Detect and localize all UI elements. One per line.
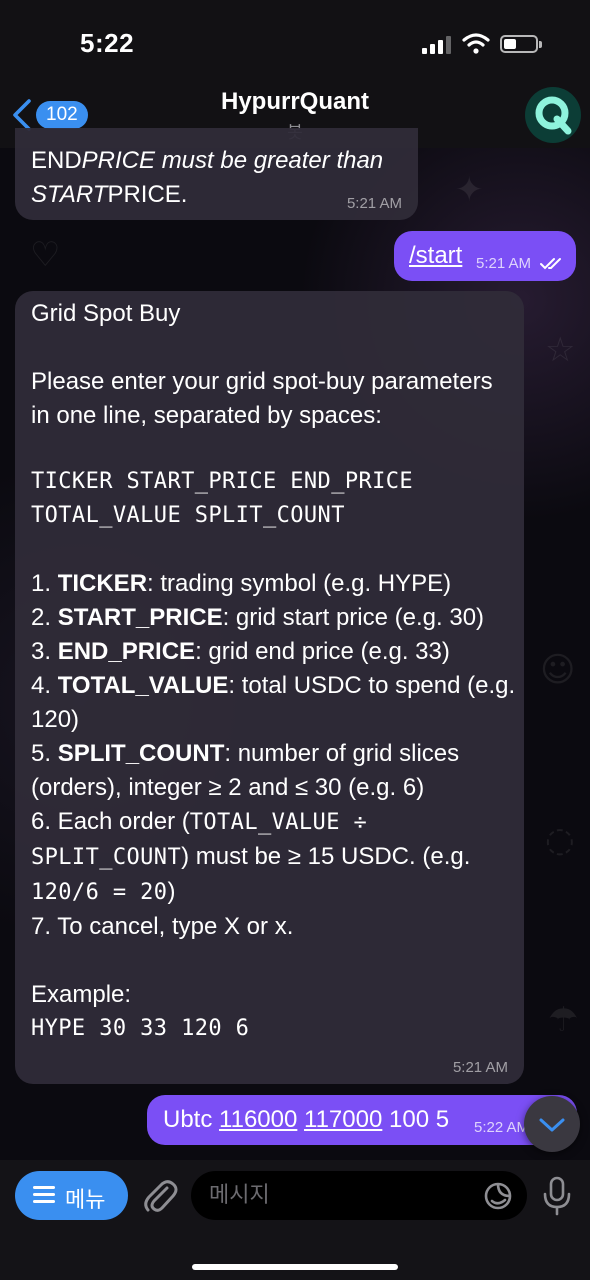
chevron-down-icon — [539, 1118, 565, 1132]
message-text: Ubtc 116000 117000 100 5 — [163, 1106, 450, 1133]
microphone-icon[interactable] — [542, 1176, 572, 1216]
example-value: HYPE 30 33 120 6 — [31, 1016, 250, 1041]
param-item-cancel: 7. To cancel, type X or x. — [31, 913, 294, 940]
message-bubble-outgoing: /start 5:21 AM — [394, 231, 576, 281]
q-logo-icon — [535, 96, 572, 135]
chat-title[interactable]: HypurrQuant — [0, 88, 590, 116]
param-item: 4. TOTAL_VALUE: total USDC to spend (e.g… — [31, 672, 516, 733]
doodle-heart-icon: ♡ — [30, 235, 61, 275]
grid-title: Grid Spot Buy — [31, 300, 181, 327]
format-line: TICKER START_PRICE END_PRICE — [31, 469, 414, 494]
scroll-to-bottom-button[interactable] — [524, 1096, 580, 1152]
bot-avatar[interactable] — [525, 87, 581, 143]
param-item: 5. SPLIT_COUNT: number of grid slices (o… — [31, 740, 460, 801]
format-line: TOTAL_VALUE SPLIT_COUNT — [31, 503, 345, 528]
double-check-icon — [540, 258, 561, 270]
doodle-bone-icon: ✦ — [455, 170, 484, 210]
number-link[interactable]: 116000 — [219, 1106, 297, 1133]
example-label: Example: — [31, 981, 132, 1008]
command-link[interactable]: /start — [409, 239, 462, 273]
doodle-umbrella-icon: ☂ — [548, 1000, 579, 1040]
doodle-circle-icon: ◌ — [545, 820, 575, 860]
param-item: 1. TICKER: trading symbol (e.g. HYPE) — [31, 570, 452, 597]
message-bubble-incoming: ENDPRICE must be greater than STARTPRICE… — [15, 128, 418, 220]
message-bubble-outgoing: Ubtc 116000 117000 100 5 5:22 AM — [147, 1095, 577, 1145]
grid-instructions: Grid Spot Buy Please enter your grid spo… — [31, 297, 516, 1046]
wifi-icon — [462, 33, 490, 54]
bot-menu-button[interactable]: 메뉴 — [15, 1171, 128, 1220]
message-field[interactable] — [191, 1171, 527, 1220]
status-bar: 5:22 — [0, 0, 590, 80]
param-item: 2. START_PRICE: grid start price (e.g. 3… — [31, 604, 485, 631]
param-item-order-rule: 6. Each order (TOTAL_VALUE ÷ SPLIT_COUNT… — [31, 808, 471, 905]
hamburger-icon — [33, 1186, 55, 1204]
menu-label: 메뉴 — [65, 1188, 106, 1213]
message-input[interactable] — [209, 1171, 479, 1220]
message-time: 5:21 AM — [476, 255, 532, 272]
doodle-star-icon: ☆ — [545, 330, 576, 370]
number-link[interactable]: 117000 — [304, 1106, 382, 1133]
message-time: 5:21 AM — [346, 195, 402, 212]
battery-icon — [500, 35, 542, 53]
home-indicator — [192, 1264, 398, 1270]
doodle-ghost-icon: ☺ — [540, 650, 576, 690]
grid-intro: Please enter your grid spot-buy paramete… — [31, 368, 493, 429]
param-item: 3. END_PRICE: grid end price (e.g. 33) — [31, 638, 450, 665]
message-bubble-incoming: Grid Spot Buy Please enter your grid spo… — [15, 291, 524, 1084]
paperclip-icon[interactable] — [141, 1176, 179, 1216]
status-time: 5:22 — [80, 28, 135, 58]
cellular-signal-icon — [422, 36, 452, 54]
message-time: 5:22 AM — [474, 1119, 530, 1136]
sticker-icon[interactable] — [483, 1181, 513, 1211]
input-bar: 메뉴 — [0, 1160, 590, 1280]
message-time: 5:21 AM — [452, 1059, 508, 1076]
